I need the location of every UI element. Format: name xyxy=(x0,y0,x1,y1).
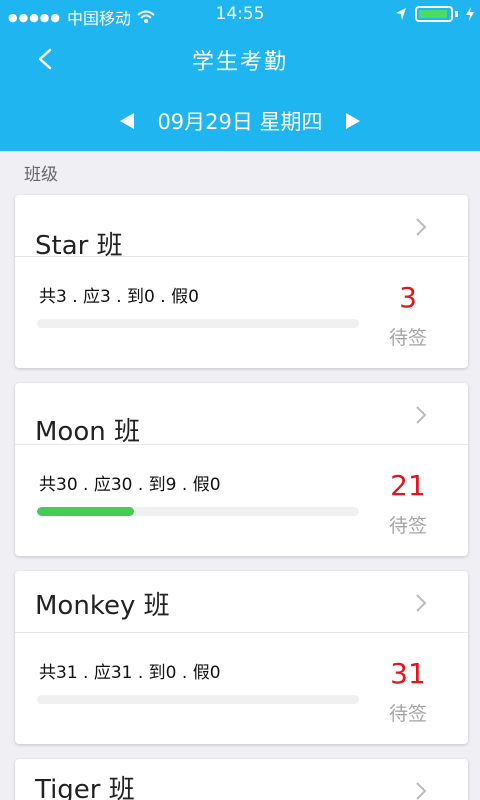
progress-fill xyxy=(37,507,134,516)
pending-count: 3 xyxy=(399,281,417,314)
charging-icon xyxy=(466,7,474,21)
class-name: Star 班 xyxy=(35,231,123,261)
header-bar: ●●●●● 中国移动 14:55 学生考勤 09月29日 星期四 xyxy=(0,0,480,151)
class-card[interactable]: Tiger 班 xyxy=(15,759,468,800)
chevron-right-icon xyxy=(416,218,427,236)
next-day-button[interactable] xyxy=(341,109,365,133)
class-card-header[interactable]: Monkey 班 xyxy=(15,571,468,633)
page-title: 学生考勤 xyxy=(191,50,288,75)
class-card[interactable]: Moon 班 共30 . 应30 . 到9 . 假0 21 待签 xyxy=(15,383,468,556)
pending-label: 待签 xyxy=(388,327,427,349)
class-card-header[interactable]: Moon 班 xyxy=(15,383,468,447)
chevron-right-icon xyxy=(416,782,427,800)
class-name: Moon 班 xyxy=(35,417,140,447)
triangle-right-icon xyxy=(345,113,360,129)
triangle-left-icon xyxy=(120,113,135,129)
class-card[interactable]: Star 班 共3 . 应3 . 到0 . 假0 3 待签 xyxy=(15,195,468,368)
location-icon xyxy=(396,8,406,20)
attendance-stats: 共31 . 应31 . 到0 . 假0 xyxy=(39,663,221,683)
section-label: 班级 xyxy=(24,165,58,185)
chevron-right-icon xyxy=(416,406,427,424)
attendance-progress-bar xyxy=(37,507,359,516)
attendance-stats: 共30 . 应30 . 到9 . 假0 xyxy=(39,475,221,495)
attendance-progress-bar xyxy=(37,319,359,328)
chevron-right-icon xyxy=(416,594,427,612)
class-name: Tiger 班 xyxy=(35,775,135,800)
date-selector: 09月29日 星期四 xyxy=(0,103,480,139)
current-date: 09月29日 星期四 xyxy=(157,110,323,134)
battery-icon xyxy=(415,6,453,22)
pending-count: 21 xyxy=(390,469,426,502)
class-card-header[interactable]: Star 班 xyxy=(15,195,468,261)
pending-label: 待签 xyxy=(388,703,427,725)
attendance-stats: 共3 . 应3 . 到0 . 假0 xyxy=(39,287,199,307)
pending-label: 待签 xyxy=(388,515,427,537)
prev-day-button[interactable] xyxy=(115,109,139,133)
status-bar: ●●●●● 中国移动 14:55 xyxy=(0,0,480,30)
class-card[interactable]: Monkey 班 共31 . 应31 . 到0 . 假0 31 待签 xyxy=(15,571,468,744)
attendance-progress-bar xyxy=(37,695,359,704)
pending-count: 31 xyxy=(390,657,426,690)
class-name: Monkey 班 xyxy=(35,591,170,621)
